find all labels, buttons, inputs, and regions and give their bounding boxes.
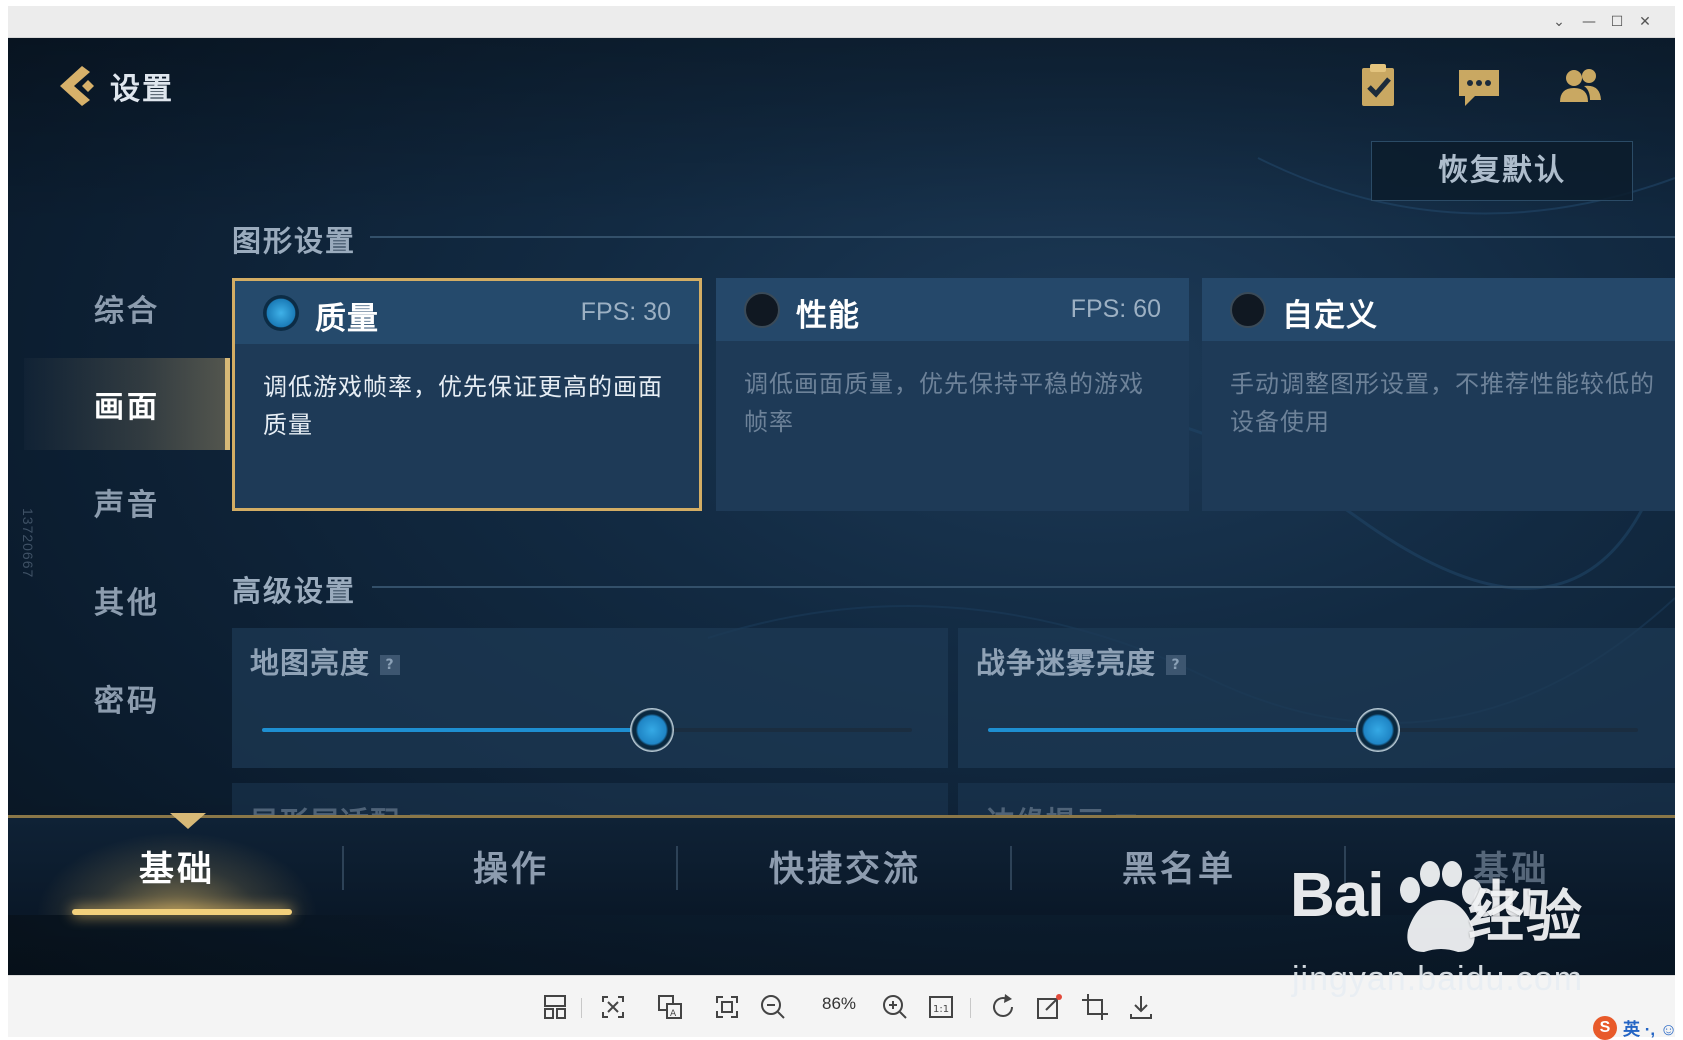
mode-card-header — [1202, 278, 1675, 341]
radio-unselected[interactable] — [1230, 292, 1266, 328]
tab-quick-chat[interactable]: 快捷交流 — [680, 818, 1010, 915]
slider-thumb[interactable] — [1356, 708, 1400, 752]
side-id-watermark: 13720667 — [20, 508, 36, 579]
graphics-settings-title: 图形设置 — [232, 226, 357, 258]
slider-label: 战争迷雾亮度? — [976, 640, 1187, 682]
mode-card-quality[interactable]: 质量 FPS: 30 调低游戏帧率，优先保证更高的画面质量 — [232, 278, 702, 511]
minimize-button[interactable]: — — [1578, 12, 1600, 32]
fullscreen-icon[interactable] — [710, 990, 744, 1024]
mode-title: 自定义 — [1282, 298, 1378, 333]
page-title: 设置 — [110, 73, 174, 106]
edit-icon[interactable] — [1032, 990, 1066, 1024]
close-button[interactable]: ✕ — [1634, 12, 1656, 32]
mode-description: 调低游戏帧率，优先保证更高的画面质量 — [263, 374, 663, 439]
watermark-url: jingyan.baidu.com — [1292, 960, 1584, 998]
graphics-divider — [370, 236, 1675, 238]
chevron-down-icon[interactable]: ⌄ — [1548, 12, 1570, 32]
sidebar-item-display[interactable]: 画面 — [24, 358, 230, 450]
map-brightness-slider[interactable] — [262, 708, 912, 752]
actual-size-icon[interactable]: 1:1 — [924, 990, 958, 1024]
sidebar-item-password[interactable]: 密码 — [24, 652, 230, 744]
map-brightness-panel: 地图亮度? — [232, 628, 948, 768]
mode-card-performance[interactable]: 性能 FPS: 60 调低画面质量，优先保持平稳的游戏帧率 — [716, 278, 1189, 511]
mode-description: 手动调整图形设置，不推荐性能较低的设备使用 — [1230, 371, 1655, 436]
zoom-out-icon[interactable] — [756, 990, 790, 1024]
zoom-in-icon[interactable] — [878, 990, 912, 1024]
screen: ⌄ — ☐ ✕ 设置 恢复默认 综合 画面 声音 其他 密码 13720667 … — [0, 0, 1683, 1040]
mode-title: 性能 — [796, 298, 860, 333]
ime-indicator[interactable]: S 英 ·, ☺ — [1593, 1015, 1677, 1040]
friends-icon[interactable] — [1554, 60, 1606, 112]
chat-icon[interactable] — [1453, 60, 1505, 112]
tab-basic[interactable]: 基础 — [12, 813, 342, 915]
slider-thumb[interactable] — [630, 708, 674, 752]
slider-fill — [262, 728, 652, 732]
task-checklist-icon[interactable] — [1352, 60, 1404, 112]
crop-icon[interactable] — [1078, 990, 1112, 1024]
advanced-divider — [372, 586, 1675, 588]
back-arrow-icon — [60, 66, 94, 106]
toolbar-divider — [581, 998, 582, 1018]
radio-selected[interactable] — [263, 295, 299, 331]
tab-divider — [676, 846, 678, 890]
svg-text:A: A — [670, 1009, 677, 1019]
mode-description: 调低画面质量，优先保持平稳的游戏帧率 — [744, 371, 1144, 436]
sidebar-item-general[interactable]: 综合 — [24, 262, 230, 354]
reset-default-button[interactable]: 恢复默认 — [1371, 141, 1633, 201]
translate-icon[interactable]: A — [653, 990, 687, 1024]
help-icon[interactable]: ? — [1166, 655, 1187, 676]
svg-text:1:1: 1:1 — [933, 1004, 949, 1015]
help-icon[interactable]: ? — [380, 655, 401, 676]
slider-fill — [988, 728, 1378, 732]
mode-fps: FPS: 60 — [1070, 295, 1161, 323]
radio-unselected[interactable] — [744, 292, 780, 328]
ime-status: 英 ·, ☺ — [1623, 1020, 1678, 1039]
fog-brightness-panel: 战争迷雾亮度? — [958, 628, 1675, 768]
mode-fps: FPS: 30 — [580, 298, 671, 326]
viewer-titlebar: ⌄ — ☐ ✕ — [8, 6, 1675, 38]
sidebar-item-sound[interactable]: 声音 — [24, 456, 230, 548]
back-button[interactable]: 设置 — [52, 58, 192, 114]
active-tab-caret-icon — [170, 813, 206, 829]
game-settings-screen: 设置 恢复默认 综合 画面 声音 其他 密码 13720667 图形设置 质量 … — [8, 38, 1675, 975]
fog-brightness-slider[interactable] — [988, 708, 1638, 752]
fit-screen-icon[interactable] — [596, 990, 630, 1024]
mode-title: 质量 — [315, 301, 379, 336]
sidebar-item-other[interactable]: 其他 — [24, 554, 230, 646]
active-tab-glow — [72, 909, 292, 915]
zoom-level: 86% — [821, 994, 857, 1013]
rotate-icon[interactable] — [986, 990, 1020, 1024]
layout-icon[interactable] — [538, 990, 572, 1024]
tab-divider — [342, 846, 344, 890]
tab-divider — [1010, 846, 1012, 890]
advanced-settings-title: 高级设置 — [232, 576, 357, 608]
slider-label: 地图亮度? — [250, 640, 401, 682]
mode-card-custom[interactable]: 自定义 手动调整图形设置，不推荐性能较低的设备使用 — [1202, 278, 1675, 511]
download-icon[interactable] — [1124, 990, 1158, 1024]
tab-operation[interactable]: 操作 — [346, 818, 676, 915]
sogou-icon: S — [1593, 1015, 1617, 1040]
maximize-button[interactable]: ☐ — [1606, 12, 1628, 32]
toolbar-divider — [970, 998, 971, 1018]
baidu-jingyan-text: 经验 — [1468, 885, 1584, 948]
